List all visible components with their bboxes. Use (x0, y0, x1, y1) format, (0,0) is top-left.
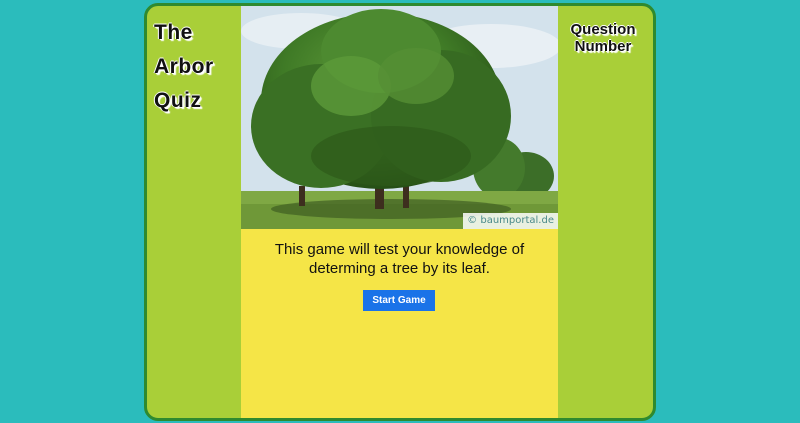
title-line-1: The (154, 21, 193, 44)
intro-text: This game will test your knowledge of de… (274, 241, 525, 277)
game-title: The Arbor Quiz (154, 16, 214, 118)
title-line-2: Arbor (154, 55, 214, 78)
tree-illustration (241, 6, 558, 229)
center-panel: © baumportal.de This game will test your… (241, 6, 558, 418)
tree-photo: © baumportal.de (241, 6, 558, 229)
title-line-3: Quiz (154, 89, 202, 112)
start-game-button[interactable]: Start Game (363, 290, 435, 311)
quiz-frame: The Arbor Quiz © baumportal.de This game… (144, 3, 656, 421)
question-number-label: Question Number (570, 21, 636, 55)
photo-watermark: © baumportal.de (463, 213, 558, 229)
